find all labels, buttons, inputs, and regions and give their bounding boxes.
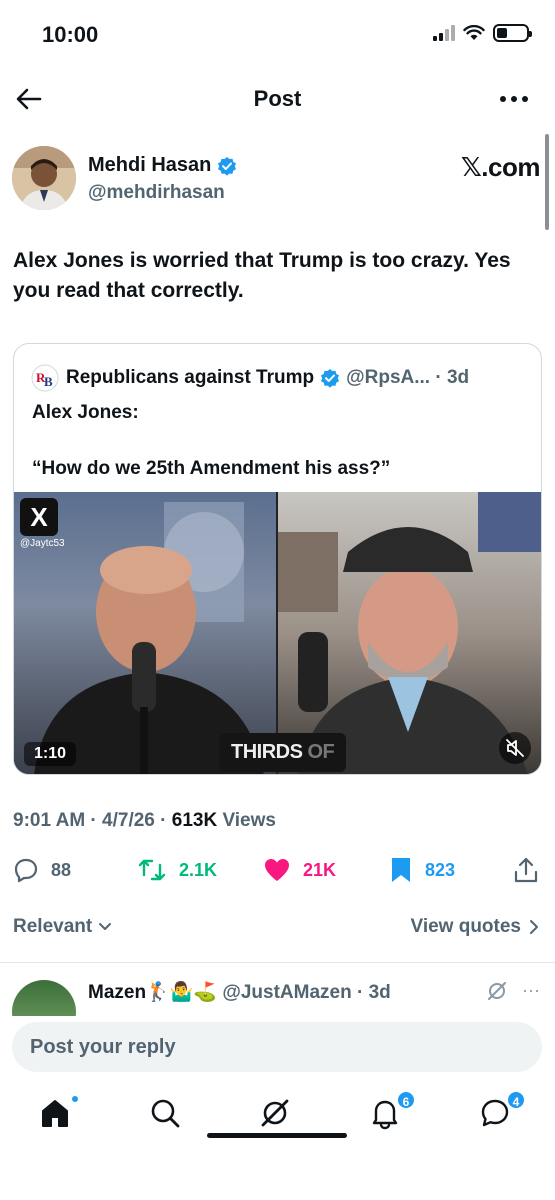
- wifi-icon: [463, 25, 485, 40]
- post-header: Post: [0, 76, 555, 122]
- reply-count: 88: [51, 859, 72, 880]
- author-avatar[interactable]: [12, 146, 76, 210]
- reply-header: Mazen🏌️🤷‍♂️⛳ @JustAMazen · 3d: [88, 980, 391, 1004]
- verified-badge-icon: [321, 369, 340, 388]
- battery-icon: [493, 24, 532, 42]
- speaker-muted-icon: [506, 739, 524, 757]
- tab-home[interactable]: [38, 1094, 80, 1136]
- reply-icons: ···: [486, 980, 540, 1002]
- video-caption: THIRDS OF: [219, 733, 347, 772]
- quote-author-name[interactable]: Republicans against Trump: [66, 367, 314, 389]
- reply-more-icon[interactable]: ···: [522, 980, 540, 1002]
- page-title: Post: [253, 86, 302, 111]
- view-quotes-label: View quotes: [410, 916, 521, 937]
- bookmark-button[interactable]: 823: [389, 852, 455, 888]
- bottom-tab-bar: 6 4: [0, 1088, 555, 1148]
- replies-sort-row: Relevant View quotes: [13, 912, 543, 944]
- status-time: 10:00: [42, 22, 99, 47]
- quote-header: R B Republicans against Trump @RpsA... ·…: [30, 364, 469, 392]
- views-count[interactable]: 613K: [172, 810, 217, 831]
- battery-level: [497, 28, 507, 38]
- post-timestamp: 9:01 AM · 4/7/26 · 613K Views: [13, 810, 276, 832]
- verified-badge-icon: [218, 156, 237, 176]
- reply-handle-time: @JustAMazen · 3d: [222, 982, 391, 1003]
- status-icons: [433, 24, 532, 42]
- post-actions: 88 2.1K 21K 823: [13, 852, 543, 888]
- bookmark-icon: [392, 858, 410, 882]
- reply-item[interactable]: Mazen🏌️🤷‍♂️⛳ @JustAMazen · 3d ···: [12, 976, 544, 1016]
- chevron-down-icon: [99, 923, 112, 930]
- caption-text: THIRDS: [231, 741, 308, 763]
- notifications-badge: 6: [396, 1090, 416, 1110]
- more-options-icon[interactable]: [497, 84, 531, 114]
- share-icon: [514, 857, 538, 883]
- status-bar: 10:00: [0, 0, 555, 70]
- chevron-right-icon: [530, 920, 538, 934]
- like-button[interactable]: 21K: [263, 852, 336, 888]
- quoted-post[interactable]: R B Republicans against Trump @RpsA... ·…: [13, 343, 542, 775]
- tab-notifications[interactable]: 6: [368, 1090, 416, 1136]
- tab-search[interactable]: [148, 1096, 188, 1136]
- tab-messages[interactable]: 4: [478, 1090, 526, 1136]
- divider: [0, 962, 555, 963]
- author-name[interactable]: Mehdi Hasan: [88, 154, 211, 177]
- sort-dropdown[interactable]: Relevant: [13, 916, 112, 938]
- post-time-date: 9:01 AM · 4/7/26 ·: [13, 810, 172, 831]
- caption-text-dim: OF: [307, 741, 335, 763]
- reply-author-name[interactable]: Mazen🏌️🤷‍♂️⛳: [88, 982, 217, 1003]
- repost-button[interactable]: 2.1K: [137, 852, 217, 888]
- source-label: 𝕏.com: [460, 152, 541, 182]
- repost-icon: [138, 859, 166, 881]
- quote-handle-time: @RpsA... · 3d: [346, 367, 470, 388]
- grok-icon[interactable]: [486, 980, 508, 1002]
- reply-input-placeholder: Post your reply: [30, 1036, 176, 1058]
- reply-icon: [14, 858, 38, 883]
- reply-avatar[interactable]: [12, 980, 76, 1016]
- home-icon: [42, 1100, 68, 1127]
- scrollbar[interactable]: [545, 134, 549, 230]
- bookmark-count: 823: [425, 859, 456, 880]
- mute-button[interactable]: [499, 732, 531, 764]
- post-text: Alex Jones is worried that Trump is too …: [13, 249, 511, 302]
- share-button[interactable]: [513, 852, 539, 888]
- tab-grok[interactable]: [258, 1096, 298, 1136]
- views-label: Views: [217, 810, 276, 831]
- heart-icon: [265, 859, 289, 881]
- reply-button[interactable]: 88: [13, 852, 71, 888]
- post-author: Mehdi Hasan @mehdirhasan 𝕏.com: [12, 146, 542, 212]
- author-name-row[interactable]: Mehdi Hasan: [88, 154, 237, 177]
- video-duration: 1:10: [24, 742, 77, 766]
- repost-count: 2.1K: [179, 859, 218, 880]
- author-handle[interactable]: @mehdirhasan: [88, 182, 225, 204]
- reply-input[interactable]: Post your reply: [12, 1022, 542, 1072]
- search-icon: [151, 1099, 180, 1128]
- quote-text: Alex Jones: “How do we 25th Amendment hi…: [32, 402, 391, 479]
- home-indicator: [207, 1133, 347, 1138]
- like-count: 21K: [303, 859, 337, 880]
- video-player[interactable]: X @Jaytc53 1:10 THIRDS OF: [14, 492, 541, 774]
- home-unread-dot: [70, 1094, 80, 1104]
- cellular-signal-icon: [433, 25, 455, 41]
- sort-label: Relevant: [13, 916, 93, 937]
- messages-badge: 4: [506, 1090, 526, 1110]
- x-watermark-badge: X: [20, 498, 58, 536]
- view-quotes-link[interactable]: View quotes: [410, 916, 539, 938]
- video-watermark-handle: @Jaytc53: [20, 538, 65, 549]
- grok-icon: [261, 1099, 289, 1127]
- svg-text:B: B: [44, 374, 53, 389]
- quote-avatar[interactable]: R B: [30, 364, 60, 392]
